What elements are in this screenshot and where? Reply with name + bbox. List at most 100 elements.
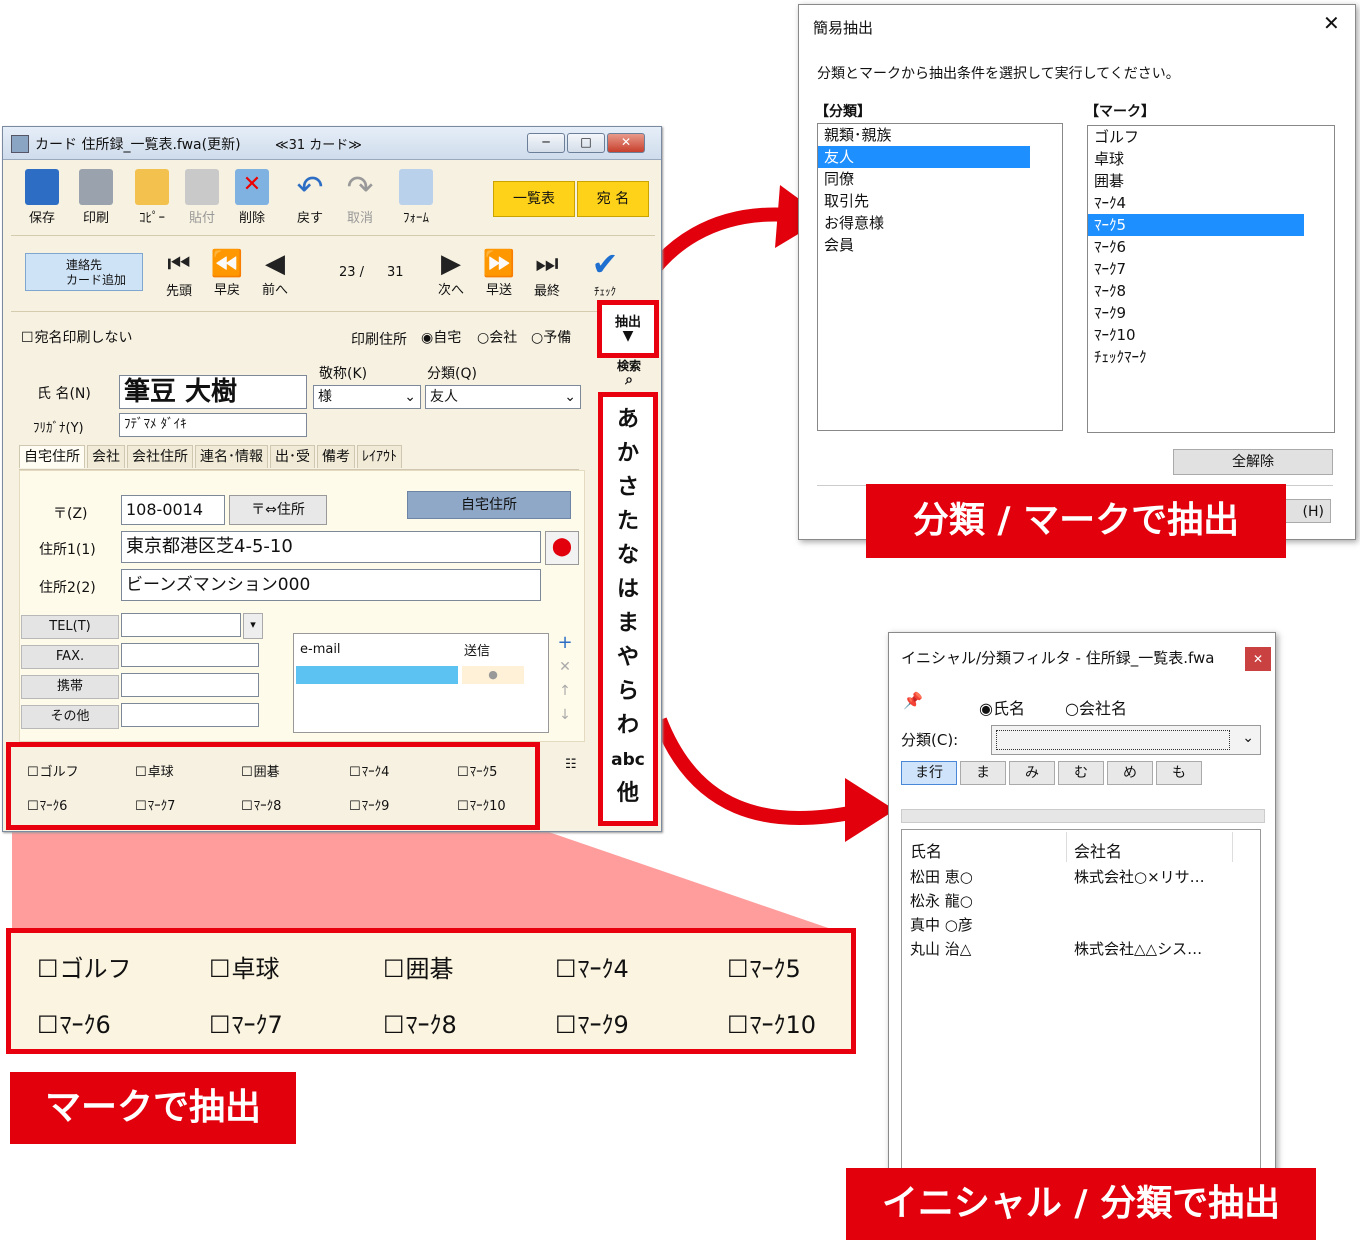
table-row[interactable]: 松永 龍○ [910,890,1250,912]
addr2-input[interactable]: ビーンズマンション000 [121,569,541,601]
paste-button[interactable]: 貼付 [179,169,225,226]
close-button[interactable]: ✕ [1245,647,1271,671]
tel-input[interactable] [121,613,241,637]
marks-expand-icon[interactable]: ☷ [565,757,577,772]
fast-back-button[interactable]: ⏪ 早戻 [207,249,247,298]
kana-index-item[interactable]: ら [603,675,653,709]
table-row[interactable]: 松田 恵○ 株式会社○×リサ… [910,866,1250,888]
kana-index-item[interactable]: た [603,505,653,539]
company-column-header[interactable]: 会社名 [1074,838,1122,862]
kana-index-item[interactable]: abc [603,743,653,777]
list-item[interactable]: ゴルフ [1088,126,1334,148]
send-toggle[interactable]: ● [462,666,524,684]
list-view-button[interactable]: 一覧表 [493,181,575,217]
kana-input[interactable]: ﾌﾃﾞﾏﾒ ﾀﾞｲｷ [119,413,307,437]
kana-index-item[interactable]: あ [603,403,653,437]
clear-all-button[interactable]: 全解除 [1173,449,1333,475]
print-button[interactable]: 印刷 [73,169,119,226]
kana-index-item[interactable]: わ [603,709,653,743]
kana-index-item[interactable]: ま [603,607,653,641]
prev-button[interactable]: ◀ 前へ [255,249,295,298]
initial-button[interactable]: ま [960,761,1006,785]
save-button[interactable]: 保存 [19,169,65,226]
pin-icon[interactable]: 📌 [903,691,923,710]
email-row-selected[interactable] [296,666,458,684]
zoom-mark-checkbox[interactable]: ﾏｰｸ6 [37,1005,111,1040]
honorific-select[interactable]: 様 ⌄ [313,385,421,409]
table-row[interactable]: 真中 ○彦 [910,914,1250,936]
redo-button[interactable]: ↷ 取消 [337,169,383,226]
no-print-checkbox[interactable]: 宛名印刷しない [21,327,133,347]
list-item[interactable]: ﾏｰｸ6 [1088,236,1334,258]
list-item[interactable]: 取引先 [818,190,1062,212]
email-up-button[interactable]: ↑ [555,683,575,703]
zoom-mark-checkbox[interactable]: ﾏｰｸ8 [383,1005,457,1040]
company-radio[interactable]: ○会社名 [1065,695,1127,719]
last-button[interactable]: ⏭ 最終 [527,249,567,299]
list-item[interactable]: ﾏｰｸ10 [1088,324,1334,346]
name-input[interactable]: 筆豆 大樹 [119,375,307,409]
extract-button-highlight[interactable]: 抽出 ▼ [597,300,659,358]
list-item[interactable]: 囲碁 [1088,170,1334,192]
kana-index-item[interactable]: や [603,641,653,675]
search-button[interactable]: 検索 ⌕ [609,357,649,393]
list-item-selected[interactable]: ﾏｰｸ5 [1088,214,1304,236]
zoom-mark-checkbox[interactable]: ゴルフ [37,949,132,984]
list-item-selected[interactable]: 友人 [818,146,1030,168]
zip-convert-button[interactable]: 〒⇔住所 [229,495,327,525]
form-button[interactable]: ﾌｫｰﾑ [393,169,439,226]
zoom-mark-checkbox[interactable]: ﾏｰｸ10 [727,1005,817,1040]
list-item[interactable]: お得意様 [818,212,1062,234]
list-item[interactable]: ﾁｪｯｸﾏｰｸ [1088,346,1334,368]
zoom-mark-checkbox[interactable]: ﾏｰｸ4 [555,949,629,984]
minimize-button[interactable]: ─ [527,133,565,153]
initial-button[interactable]: も [1156,761,1202,785]
zoom-mark-checkbox[interactable]: 卓球 [209,949,280,984]
tab-send-receive[interactable]: 出･受 [270,445,315,468]
tab-company[interactable]: 会社 [87,445,125,468]
undo-button[interactable]: ↶ 戻す [287,169,333,226]
list-item[interactable]: 同僚 [818,168,1062,190]
mobile-input[interactable] [121,673,259,697]
kana-index-item[interactable]: か [603,437,653,471]
fax-input[interactable] [121,643,259,667]
tab-company-address[interactable]: 会社住所 [127,445,193,468]
tab-joint-info[interactable]: 連名･情報 [195,445,268,468]
name-column-header[interactable]: 氏名 [910,838,942,862]
print-home-radio[interactable]: ◉自宅 [421,327,461,347]
kana-index-item[interactable]: 他 [603,777,653,811]
zoom-mark-checkbox[interactable]: ﾏｰｸ5 [727,949,801,984]
tab-layout[interactable]: ﾚｲｱｳﾄ [357,445,402,468]
addr1-input[interactable]: 東京都港区芝4-5-10 [121,531,541,563]
zoom-mark-checkbox[interactable]: 囲碁 [383,949,454,984]
list-item[interactable]: 会員 [818,234,1062,256]
initial-button[interactable]: む [1058,761,1104,785]
fast-forward-button[interactable]: ⏩ 早送 [479,249,519,298]
map-pin-button[interactable]: ⬤ [545,531,579,565]
kana-index-item[interactable]: は [603,573,653,607]
tab-notes[interactable]: 備考 [317,445,355,468]
close-icon[interactable]: ✕ [1323,11,1340,35]
other-phone-input[interactable] [121,703,259,727]
list-item[interactable]: 卓球 [1088,148,1334,170]
list-item[interactable]: ﾏｰｸ9 [1088,302,1334,324]
print-company-radio[interactable]: ○会社 [477,327,517,347]
delete-button[interactable]: ✕ 削除 [229,169,275,226]
add-card-button[interactable]: 連絡先 カード追加 [25,253,143,291]
print-spare-radio[interactable]: ○予備 [531,327,571,347]
copy-button[interactable]: ｺﾋﾟｰ [129,169,175,226]
email-remove-button[interactable]: ✕ [555,659,575,679]
tab-home-address[interactable]: 自宅住所 [19,445,85,468]
list-item[interactable]: ﾏｰｸ7 [1088,258,1334,280]
email-add-button[interactable]: + [555,633,575,653]
zip-input[interactable]: 108-0014 [121,495,225,525]
kana-index-item[interactable]: さ [603,471,653,505]
initial-button[interactable]: み [1009,761,1055,785]
category-list[interactable]: 親類･親族 友人 同僚 取引先 お得意様 会員 [817,123,1063,431]
tel-dropdown-button[interactable]: ▾ [243,613,263,639]
zoom-mark-checkbox[interactable]: ﾏｰｸ9 [555,1005,629,1040]
list-item[interactable]: ﾏｰｸ4 [1088,192,1334,214]
close-button[interactable]: ✕ [607,133,645,153]
maximize-button[interactable]: □ [567,133,605,153]
mark-list[interactable]: ゴルフ 卓球 囲碁 ﾏｰｸ4 ﾏｰｸ5 ﾏｰｸ6 ﾏｰｸ7 ﾏｰｸ8 ﾏｰｸ9 … [1087,125,1335,433]
